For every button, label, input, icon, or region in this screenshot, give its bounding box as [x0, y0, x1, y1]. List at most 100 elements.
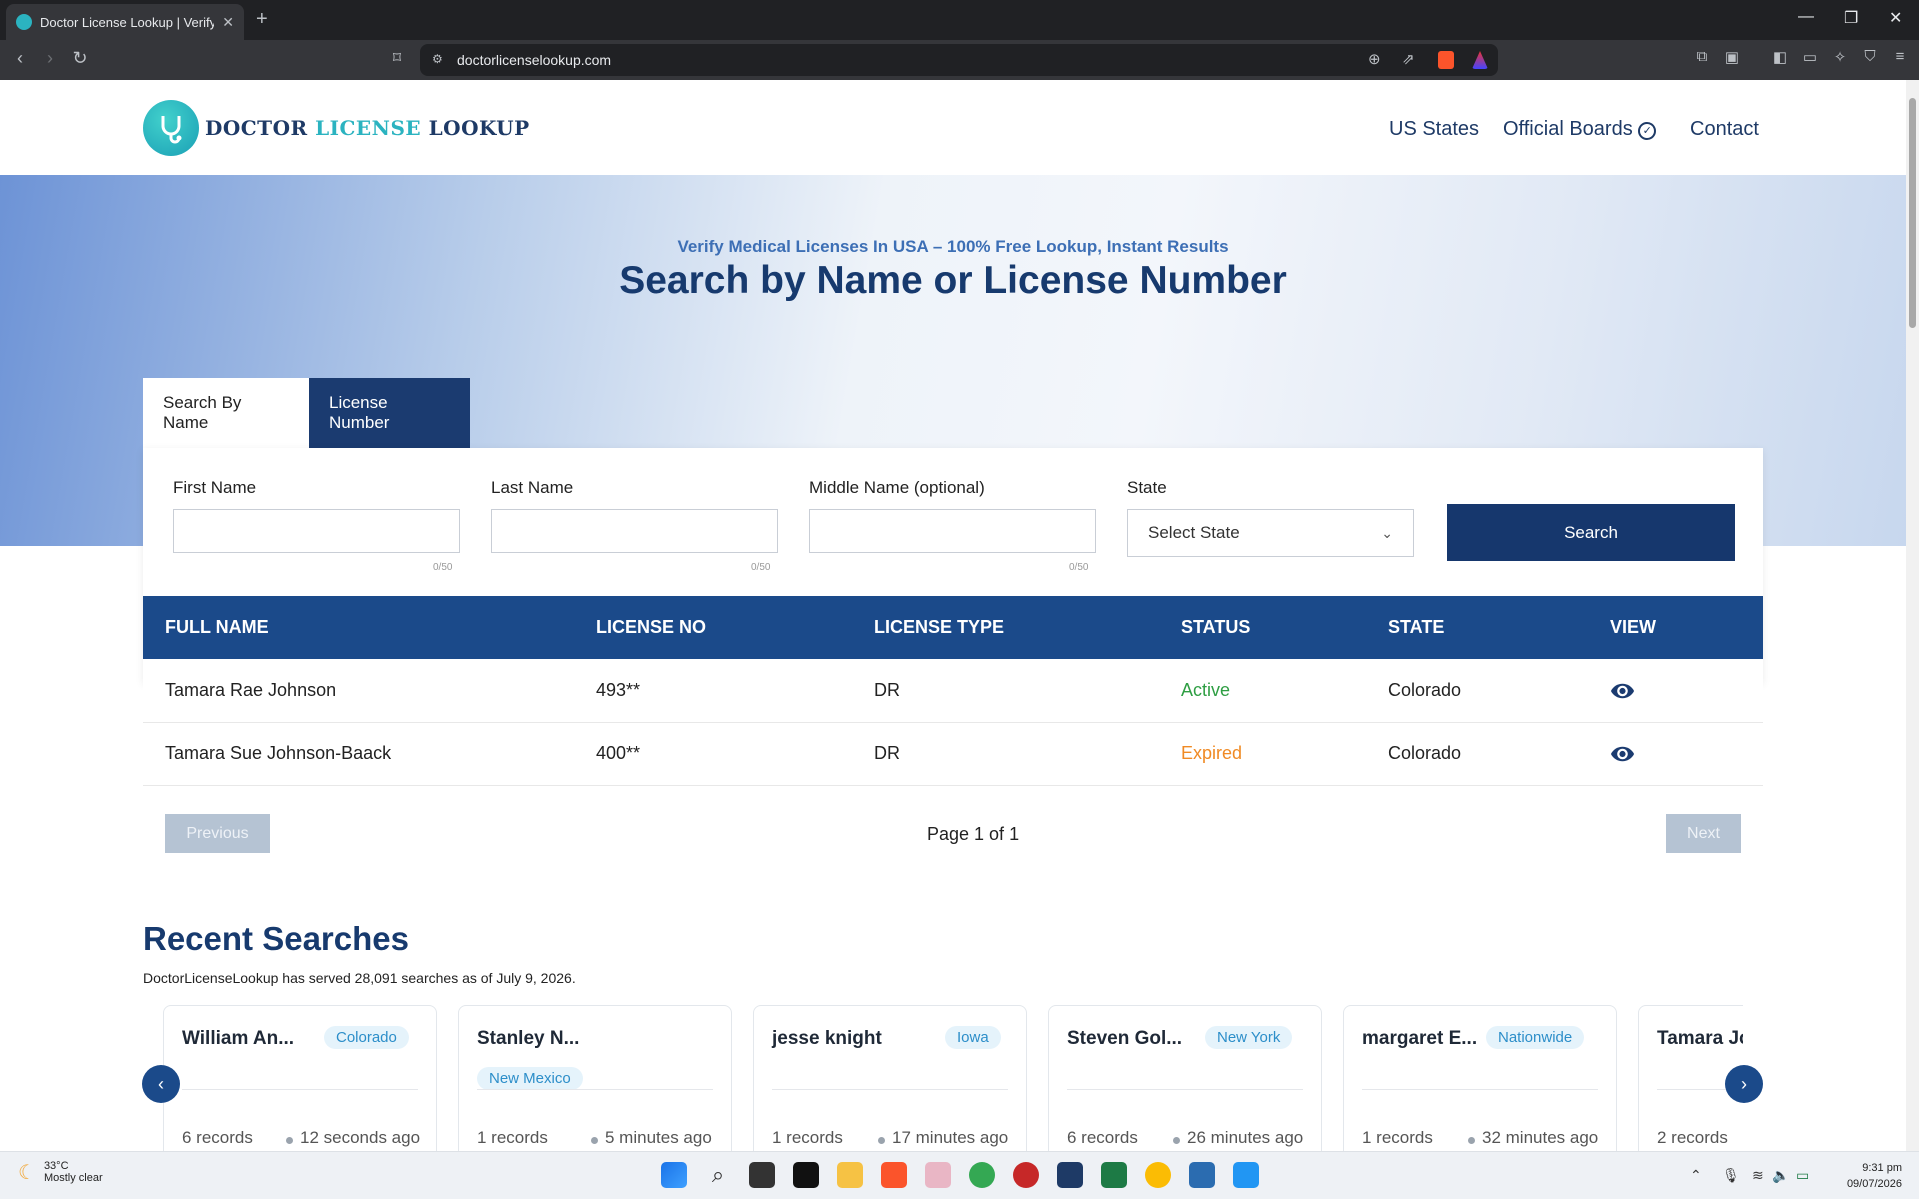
- recent-search-card[interactable]: William An... Colorado 6 records 12 seco…: [163, 1005, 437, 1151]
- last-name-input[interactable]: [491, 509, 778, 553]
- site-settings-icon[interactable]: ⚙: [432, 52, 443, 66]
- card-divider: [772, 1089, 1008, 1090]
- separator-dot: [1468, 1137, 1475, 1144]
- share-icon[interactable]: ⇗: [1402, 50, 1415, 68]
- first-name-input[interactable]: [173, 509, 460, 553]
- zoom-icon[interactable]: ⊕: [1368, 50, 1381, 68]
- recent-search-card[interactable]: Steven Gol... New York 6 records 26 minu…: [1048, 1005, 1322, 1151]
- page-scrollbar[interactable]: [1906, 80, 1919, 1151]
- search-icon[interactable]: ⌕: [705, 1162, 731, 1188]
- carousel-next-button[interactable]: ›: [1725, 1065, 1763, 1103]
- first-name-group: First Name: [173, 478, 460, 553]
- brave-rewards-icon[interactable]: [1472, 51, 1488, 69]
- middle-name-group: Middle Name (optional): [809, 478, 1096, 553]
- pycharm-icon[interactable]: [793, 1162, 819, 1188]
- browser-tab[interactable]: Doctor License Lookup | Verify M ✕: [6, 4, 244, 40]
- recent-search-card[interactable]: jesse knight Iowa 1 records 17 minutes a…: [753, 1005, 1027, 1151]
- reload-icon[interactable]: ↻: [68, 48, 92, 69]
- microphone-icon[interactable]: 🎙: [1722, 1167, 1740, 1184]
- chrome-icon[interactable]: [969, 1162, 995, 1188]
- search-mode-tabs: Search By Name License Number: [143, 378, 470, 448]
- tab-license-number[interactable]: License Number: [309, 378, 470, 448]
- search-button[interactable]: Search: [1447, 504, 1735, 561]
- row-license-no: 493**: [596, 680, 641, 700]
- brave-shields-icon[interactable]: [1438, 51, 1454, 69]
- slack-icon[interactable]: [925, 1162, 951, 1188]
- nav-official-boards[interactable]: Official Boards ✓: [1503, 118, 1657, 141]
- card-name: Tamara Jo...: [1657, 1028, 1743, 1049]
- card-records: 1 records: [477, 1128, 548, 1147]
- close-window-icon[interactable]: ✕: [1889, 8, 1902, 28]
- separator-dot: [286, 1137, 293, 1144]
- table-row: Tamara Sue Johnson-Baack 400** DR Expire…: [143, 723, 1763, 786]
- teamviewer-icon[interactable]: [1057, 1162, 1083, 1188]
- nav-us-states[interactable]: US States: [1389, 118, 1479, 141]
- minimize-icon[interactable]: —: [1798, 8, 1814, 26]
- clock-date: 09/07/2026: [1846, 1178, 1902, 1190]
- separator-dot: [878, 1137, 885, 1144]
- card-records: 2 records: [1657, 1128, 1728, 1147]
- card-state-badge: Nationwide: [1486, 1026, 1585, 1049]
- extensions-icon[interactable]: ⧉: [1690, 48, 1714, 65]
- app-icon[interactable]: [1013, 1162, 1039, 1188]
- middle-name-label: Middle Name (optional): [809, 478, 985, 497]
- vpn-icon[interactable]: ⛉: [1858, 48, 1882, 65]
- system-clock[interactable]: 9:31 pm 09/07/2026: [1836, 1160, 1902, 1192]
- moon-cloud-icon: ☾: [18, 1162, 36, 1184]
- clock-time: 9:31 pm: [1862, 1162, 1902, 1174]
- restore-icon[interactable]: ❐: [1844, 8, 1858, 28]
- back-icon[interactable]: ‹: [8, 48, 32, 69]
- windows-start-icon[interactable]: [661, 1162, 687, 1188]
- recent-search-card[interactable]: margaret E... Nationwide 1 records 32 mi…: [1343, 1005, 1617, 1151]
- row-full-name: Tamara Rae Johnson: [165, 680, 337, 700]
- new-tab-icon[interactable]: +: [256, 8, 268, 31]
- col-license-no: LICENSE NO: [596, 617, 707, 637]
- volume-icon[interactable]: 🔈: [1772, 1167, 1789, 1184]
- tab-search-by-name[interactable]: Search By Name: [143, 378, 309, 448]
- view-eye-icon[interactable]: [1609, 678, 1636, 704]
- brave-browser-icon[interactable]: [881, 1162, 907, 1188]
- task-view-icon[interactable]: [749, 1162, 775, 1188]
- sidebar-icon[interactable]: ◧: [1768, 48, 1792, 66]
- carousel-prev-button[interactable]: ‹: [142, 1065, 180, 1103]
- weather-widget[interactable]: ☾ 33°C Mostly clear: [18, 1160, 103, 1185]
- battery-icon[interactable]: ▭: [1796, 1167, 1809, 1184]
- row-license-type: DR: [874, 680, 900, 700]
- pagination: Previous Page 1 of 1 Next: [165, 814, 1741, 854]
- menu-icon[interactable]: ≡: [1888, 48, 1912, 65]
- excel-icon[interactable]: [1101, 1162, 1127, 1188]
- close-tab-icon[interactable]: ✕: [222, 14, 234, 31]
- site-logo-text[interactable]: DOCTOR LICENSE LOOKUP: [205, 116, 530, 140]
- photos-icon[interactable]: [1233, 1162, 1259, 1188]
- screenshot-icon[interactable]: ▣: [1720, 48, 1744, 66]
- card-name: margaret E...: [1362, 1028, 1478, 1049]
- next-button[interactable]: Next: [1666, 814, 1741, 853]
- wifi-icon[interactable]: ≋: [1752, 1167, 1764, 1184]
- recent-search-card[interactable]: Stanley N... New Mexico 1 records 5 minu…: [458, 1005, 732, 1151]
- search-panel: First Name 0/50 Last Name 0/50 Middle Na…: [143, 448, 1763, 683]
- stethoscope-logo-icon[interactable]: [143, 100, 199, 156]
- bookmark-icon[interactable]: ⌑: [385, 48, 409, 68]
- address-bar[interactable]: ⚙ doctorlicenselookup.com ⊕ ⇗: [420, 44, 1498, 76]
- wallet-icon[interactable]: ▭: [1798, 48, 1822, 66]
- first-name-counter: 0/50: [433, 562, 453, 573]
- chrome-profile-icon[interactable]: [1145, 1162, 1171, 1188]
- nav-contact[interactable]: Contact: [1690, 118, 1759, 141]
- middle-name-input[interactable]: [809, 509, 1096, 553]
- state-select[interactable]: Select State ⌄: [1127, 509, 1414, 557]
- scrollbar-thumb[interactable]: [1909, 98, 1916, 328]
- middle-name-counter: 0/50: [1069, 562, 1089, 573]
- col-state: STATE: [1388, 617, 1445, 637]
- tray-chevron-up-icon[interactable]: ⌃: [1690, 1167, 1702, 1184]
- file-explorer-icon[interactable]: [837, 1162, 863, 1188]
- card-records: 6 records: [1067, 1128, 1138, 1147]
- view-eye-icon[interactable]: [1609, 741, 1636, 767]
- previous-button[interactable]: Previous: [165, 814, 270, 853]
- col-full-name: FULL NAME: [165, 617, 269, 637]
- col-status: STATUS: [1181, 617, 1251, 637]
- tab-title: Doctor License Lookup | Verify M: [40, 14, 215, 30]
- forward-icon[interactable]: ›: [38, 48, 62, 69]
- card-divider: [1362, 1089, 1598, 1090]
- notepad-icon[interactable]: [1189, 1162, 1215, 1188]
- leo-ai-icon[interactable]: ✧: [1828, 48, 1852, 66]
